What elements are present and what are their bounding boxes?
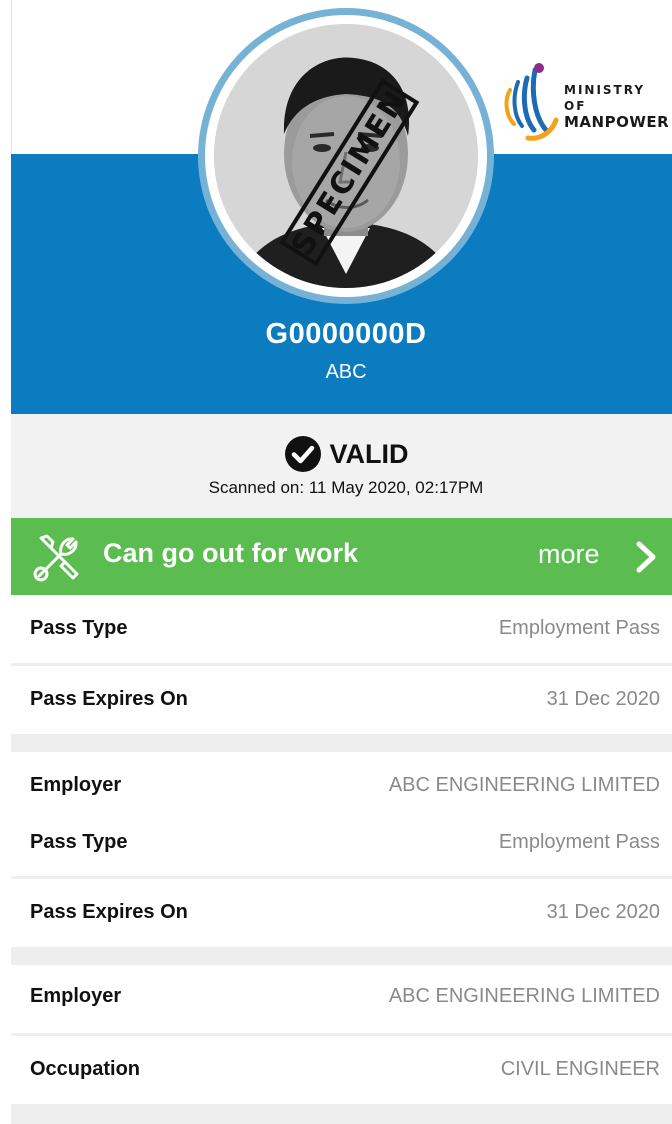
row-label: Employer <box>30 985 122 1007</box>
row-label: Occupation <box>30 1058 141 1080</box>
row-label: Pass Expires On <box>30 901 188 923</box>
tools-icon <box>31 530 85 588</box>
work-permission-banner[interactable]: Can go out for work more <box>11 518 672 595</box>
detail-row-employer: Employer ABC ENGINEERING LIMITED Pass Ty… <box>11 752 672 876</box>
row-label: Pass Type <box>30 831 128 853</box>
row-value: Employment Pass <box>498 617 660 639</box>
holder-name: ABC <box>325 361 367 383</box>
portrait-image: SPECIMEN <box>214 24 478 288</box>
row-label: Pass Type <box>30 617 128 639</box>
row-label: Pass Expires On <box>30 688 188 710</box>
work-status-text: Can go out for work <box>103 538 358 568</box>
ministry-logo: MINISTRY OF MANPOWER <box>500 60 670 145</box>
row-value: Employment Pass <box>498 831 660 853</box>
status-row: VALID <box>0 434 672 474</box>
detail-row-pass-type: Pass Type Employment Pass <box>11 595 672 663</box>
chevron-right-icon[interactable] <box>633 540 659 578</box>
avatar: SPECIMEN <box>198 8 494 304</box>
detail-row-occupation: Occupation CIVIL ENGINEER <box>11 1036 672 1104</box>
logo-line1: MINISTRY OF <box>564 83 646 113</box>
pass-id: G0000000D <box>265 318 427 350</box>
status-label: VALID <box>329 438 409 469</box>
row-value: 31 Dec 2020 <box>546 901 660 923</box>
scanned-timestamp: Scanned on: 11 May 2020, 02:17PM <box>208 478 484 497</box>
row-label: Employer <box>30 774 122 796</box>
detail-row-pass-expiry-2: Pass Expires On 31 Dec 2020 <box>11 879 672 947</box>
holder-photo: SPECIMEN <box>214 24 478 288</box>
detail-row-pass-expiry: Pass Expires On 31 Dec 2020 <box>11 666 672 734</box>
row-value: 31 Dec 2020 <box>546 688 660 710</box>
ministry-logo-icon <box>504 63 559 141</box>
row-value: CIVIL ENGINEER <box>500 1058 660 1080</box>
more-link[interactable]: more <box>538 539 600 570</box>
logo-line2: MANPOWER <box>564 113 670 131</box>
detail-row-employer-2: Employer ABC ENGINEERING LIMITED <box>11 965 672 1033</box>
row-value: ABC ENGINEERING LIMITED <box>388 985 660 1007</box>
check-circle-icon <box>284 435 322 473</box>
row-value: ABC ENGINEERING LIMITED <box>388 774 660 796</box>
